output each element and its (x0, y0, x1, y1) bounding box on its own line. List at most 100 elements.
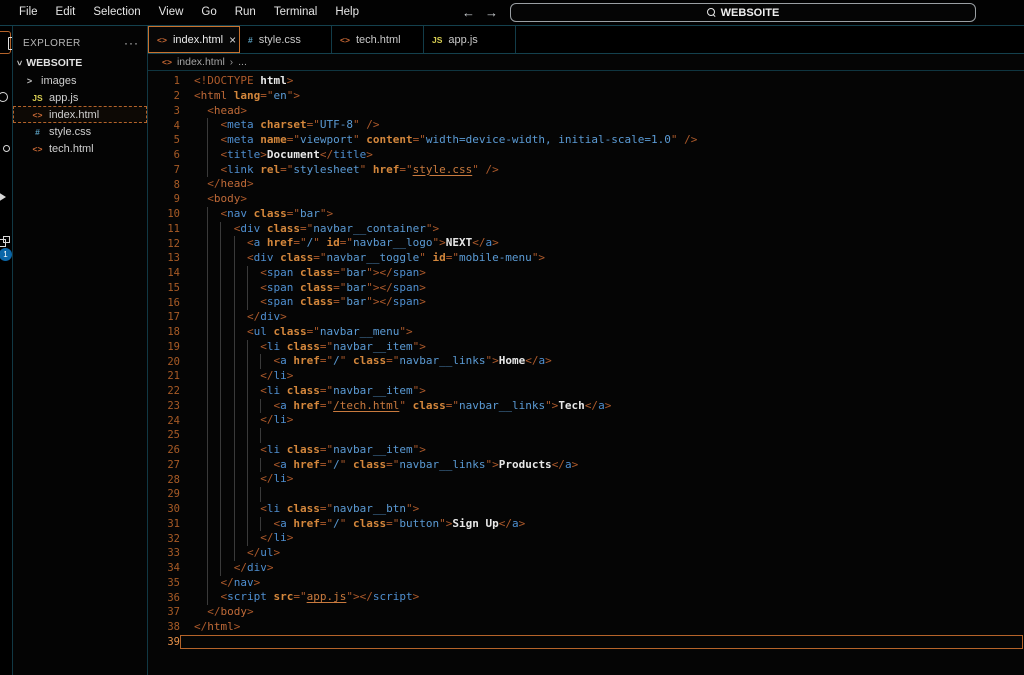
line-content[interactable]: <meta name="viewport" content="width=dev… (180, 133, 1024, 148)
line-content[interactable]: <!DOCTYPE html> (180, 74, 1024, 89)
tab-style-css[interactable]: #style.css (240, 26, 332, 53)
code-line-7[interactable]: 7 <link rel="stylesheet" href="style.css… (148, 163, 1024, 178)
code-line-31[interactable]: 31 <a href="/" class="button">Sign Up</a… (148, 517, 1024, 532)
explorer-item-index-html[interactable]: <>index.html (13, 106, 147, 123)
tab-tech-html[interactable]: <>tech.html (332, 26, 424, 53)
line-content[interactable]: </html> (180, 620, 1024, 635)
line-content[interactable]: <nav class="bar"> (180, 207, 1024, 222)
line-content[interactable]: <li class="navbar__btn"> (180, 502, 1024, 517)
code-line-15[interactable]: 15 <span class="bar"></span> (148, 281, 1024, 296)
menu-go[interactable]: Go (192, 0, 225, 25)
line-content[interactable]: <span class="bar"></span> (180, 266, 1024, 281)
code-line-30[interactable]: 30 <li class="navbar__btn"> (148, 502, 1024, 517)
source-control-icon[interactable] (2, 140, 13, 158)
line-content[interactable]: <a href="/" class="button">Sign Up</a> (180, 517, 1024, 532)
menu-edit[interactable]: Edit (47, 0, 85, 25)
code-line-8[interactable]: 8 </head> (148, 177, 1024, 192)
menu-view[interactable]: View (150, 0, 193, 25)
line-content[interactable]: <ul class="navbar__menu"> (180, 325, 1024, 340)
explorer-root-folder[interactable]: > WEBSOITE (13, 54, 147, 72)
line-content[interactable]: <title>Document</title> (180, 148, 1024, 163)
line-content[interactable]: </li> (180, 413, 1024, 428)
line-content[interactable]: <body> (180, 192, 1024, 207)
code-line-16[interactable]: 16 <span class="bar"></span> (148, 295, 1024, 310)
command-center-search[interactable]: WEBSOITE (510, 3, 976, 22)
code-line-34[interactable]: 34 </div> (148, 561, 1024, 576)
code-line-4[interactable]: 4 <meta charset="UTF-8" /> (148, 118, 1024, 133)
explorer-item-tech-html[interactable]: <>tech.html (13, 140, 147, 157)
explorer-item-app-js[interactable]: JSapp.js (13, 89, 147, 106)
code-line-25[interactable]: 25 (148, 428, 1024, 443)
code-line-38[interactable]: 38</html> (148, 620, 1024, 635)
code-line-27[interactable]: 27 <a href="/" class="navbar__links">Pro… (148, 458, 1024, 473)
line-content[interactable]: </body> (180, 605, 1024, 620)
code-line-39[interactable]: 39 (148, 635, 1024, 650)
code-line-35[interactable]: 35 </nav> (148, 576, 1024, 591)
line-content[interactable] (180, 635, 1023, 650)
explorer-item-style-css[interactable]: #style.css (13, 123, 147, 140)
explorer-actions-icon[interactable]: ··· (124, 36, 139, 50)
line-content[interactable]: <a href="/" class="navbar__links">Produc… (180, 458, 1024, 473)
code-line-19[interactable]: 19 <li class="navbar__item"> (148, 340, 1024, 355)
code-line-23[interactable]: 23 <a href="/tech.html" class="navbar__l… (148, 399, 1024, 414)
breadcrumb-file[interactable]: index.html (177, 56, 225, 68)
explorer-icon[interactable] (2, 34, 13, 52)
code-line-10[interactable]: 10 <nav class="bar"> (148, 207, 1024, 222)
code-line-29[interactable]: 29 (148, 487, 1024, 502)
line-content[interactable]: <head> (180, 104, 1024, 119)
line-content[interactable]: </div> (180, 310, 1024, 325)
code-line-33[interactable]: 33 </ul> (148, 546, 1024, 561)
tab-app-js[interactable]: JSapp.js (424, 26, 516, 53)
code-line-28[interactable]: 28 </li> (148, 472, 1024, 487)
code-line-24[interactable]: 24 </li> (148, 413, 1024, 428)
line-content[interactable]: </head> (180, 177, 1024, 192)
line-content[interactable]: </li> (180, 472, 1024, 487)
tab-index-html[interactable]: <>index.html× (148, 26, 240, 53)
code-line-32[interactable]: 32 </li> (148, 531, 1024, 546)
line-content[interactable]: </div> (180, 561, 1024, 576)
line-content[interactable]: <html lang="en"> (180, 89, 1024, 104)
code-line-3[interactable]: 3 <head> (148, 104, 1024, 119)
line-content[interactable]: </nav> (180, 576, 1024, 591)
code-line-14[interactable]: 14 <span class="bar"></span> (148, 266, 1024, 281)
line-content[interactable]: <li class="navbar__item"> (180, 443, 1024, 458)
code-line-1[interactable]: 1<!DOCTYPE html> (148, 74, 1024, 89)
code-line-20[interactable]: 20 <a href="/" class="navbar__links">Hom… (148, 354, 1024, 369)
code-line-11[interactable]: 11 <div class="navbar__container"> (148, 222, 1024, 237)
menu-file[interactable]: File (10, 0, 47, 25)
line-content[interactable]: <a href="/" class="navbar__links">Home</… (180, 354, 1024, 369)
line-content[interactable]: </li> (180, 531, 1024, 546)
code-line-37[interactable]: 37 </body> (148, 605, 1024, 620)
code-line-12[interactable]: 12 <a href="/" id="navbar__logo">NEXT</a… (148, 236, 1024, 251)
code-line-5[interactable]: 5 <meta name="viewport" content="width=d… (148, 133, 1024, 148)
code-editor[interactable]: 1<!DOCTYPE html>2<html lang="en">3 <head… (148, 71, 1024, 675)
menu-selection[interactable]: Selection (84, 0, 149, 25)
back-arrow-icon[interactable]: ← (462, 5, 475, 20)
breadcrumb-more[interactable]: ... (238, 56, 247, 68)
close-icon[interactable]: × (229, 33, 236, 47)
explorer-item-images[interactable]: >images (13, 72, 147, 89)
run-debug-icon[interactable] (2, 188, 13, 206)
line-content[interactable]: </li> (180, 369, 1024, 384)
line-content[interactable] (180, 428, 1024, 443)
line-content[interactable]: <link rel="stylesheet" href="style.css" … (180, 163, 1024, 178)
line-content[interactable]: </ul> (180, 546, 1024, 561)
line-content[interactable] (180, 487, 1024, 502)
breadcrumb[interactable]: <> index.html › ... (148, 54, 1024, 71)
line-content[interactable]: <div class="navbar__container"> (180, 222, 1024, 237)
search-sidebar-icon[interactable] (2, 88, 13, 106)
line-content[interactable]: <a href="/" id="navbar__logo">NEXT</a> (180, 236, 1024, 251)
line-content[interactable]: <script src="app.js"></script> (180, 590, 1024, 605)
code-line-2[interactable]: 2<html lang="en"> (148, 89, 1024, 104)
menu-help[interactable]: Help (326, 0, 368, 25)
menu-run[interactable]: Run (226, 0, 265, 25)
code-line-21[interactable]: 21 </li> (148, 369, 1024, 384)
line-content[interactable]: <a href="/tech.html" class="navbar__link… (180, 399, 1024, 414)
code-line-26[interactable]: 26 <li class="navbar__item"> (148, 443, 1024, 458)
code-line-18[interactable]: 18 <ul class="navbar__menu"> (148, 325, 1024, 340)
line-content[interactable]: <li class="navbar__item"> (180, 340, 1024, 355)
forward-arrow-icon[interactable]: → (485, 5, 498, 20)
line-content[interactable]: <div class="navbar__toggle" id="mobile-m… (180, 251, 1024, 266)
code-line-9[interactable]: 9 <body> (148, 192, 1024, 207)
line-content[interactable]: <meta charset="UTF-8" /> (180, 118, 1024, 133)
